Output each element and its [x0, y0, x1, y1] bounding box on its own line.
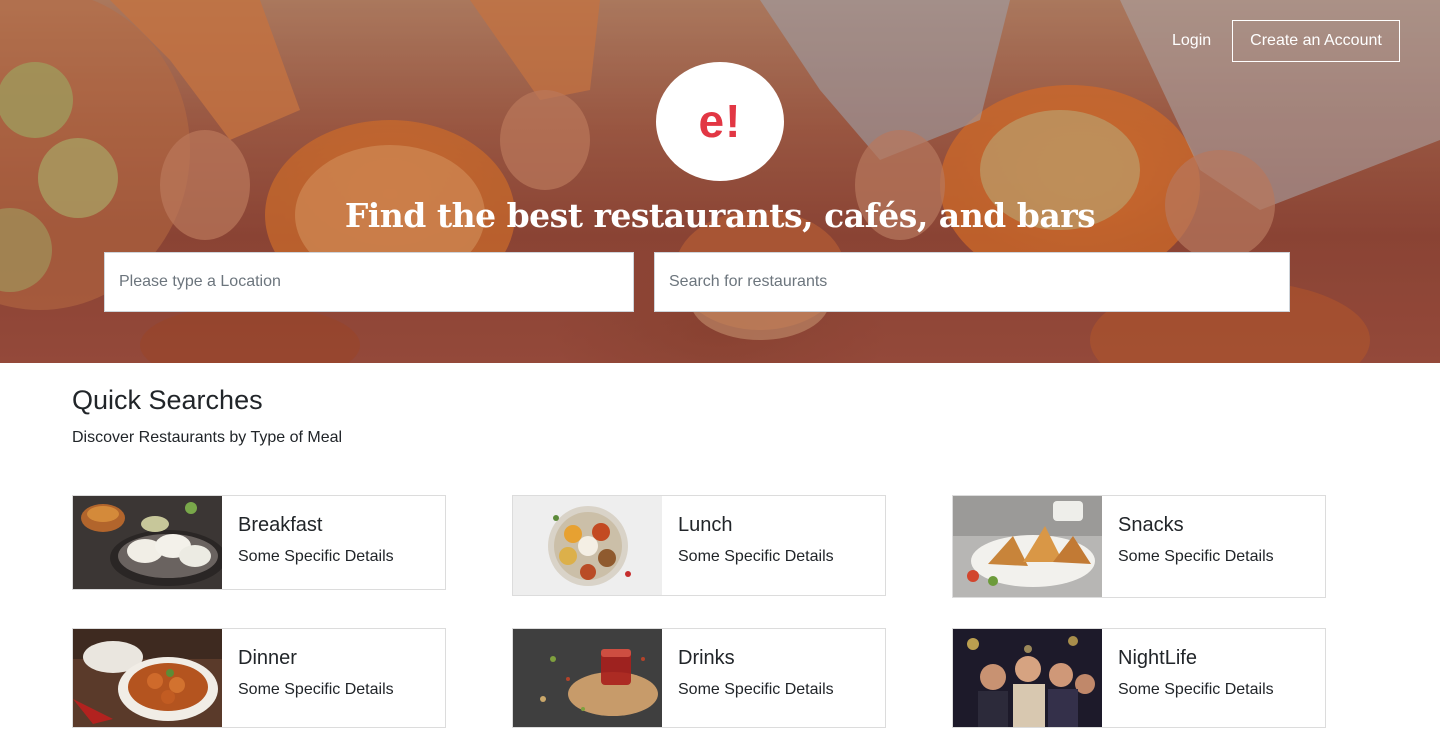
card-details: Some Specific Details [1118, 681, 1274, 698]
meal-card-breakfast[interactable]: Breakfast Some Specific Details [72, 495, 446, 590]
nightlife-image [953, 629, 1102, 727]
create-account-button[interactable]: Create an Account [1232, 20, 1400, 62]
meal-card-lunch[interactable]: Lunch Some Specific Details [512, 495, 886, 596]
meal-card-nightlife[interactable]: NightLife Some Specific Details [952, 628, 1326, 728]
drinks-image [513, 629, 662, 727]
lunch-image [513, 496, 662, 595]
meal-card-snacks[interactable]: Snacks Some Specific Details [952, 495, 1326, 598]
breakfast-image [73, 496, 222, 589]
restaurant-search-input[interactable] [654, 252, 1290, 312]
snacks-image [953, 496, 1102, 597]
card-details: Some Specific Details [678, 681, 834, 698]
hero-title: Find the best restaurants, cafés, and ba… [344, 196, 1096, 235]
card-title: Snacks [1118, 514, 1184, 536]
card-title: Breakfast [238, 514, 323, 536]
brand-logo: e! [656, 62, 784, 181]
meal-card-dinner[interactable]: Dinner Some Specific Details [72, 628, 446, 728]
card-details: Some Specific Details [238, 548, 394, 565]
login-link[interactable]: Login [1172, 28, 1222, 54]
location-search-input[interactable] [104, 252, 634, 312]
meal-card-drinks[interactable]: Drinks Some Specific Details [512, 628, 886, 728]
card-title: NightLife [1118, 647, 1197, 669]
card-title: Dinner [238, 647, 297, 669]
card-title: Drinks [678, 647, 735, 669]
card-details: Some Specific Details [238, 681, 394, 698]
quick-searches-title: Quick Searches [72, 385, 263, 415]
card-title: Lunch [678, 514, 733, 536]
card-details: Some Specific Details [678, 548, 834, 565]
card-details: Some Specific Details [1118, 548, 1274, 565]
hero-banner: Login Create an Account e! Find the best… [0, 0, 1440, 363]
quick-searches-subtitle: Discover Restaurants by Type of Meal [72, 429, 343, 446]
dinner-image [73, 629, 222, 727]
